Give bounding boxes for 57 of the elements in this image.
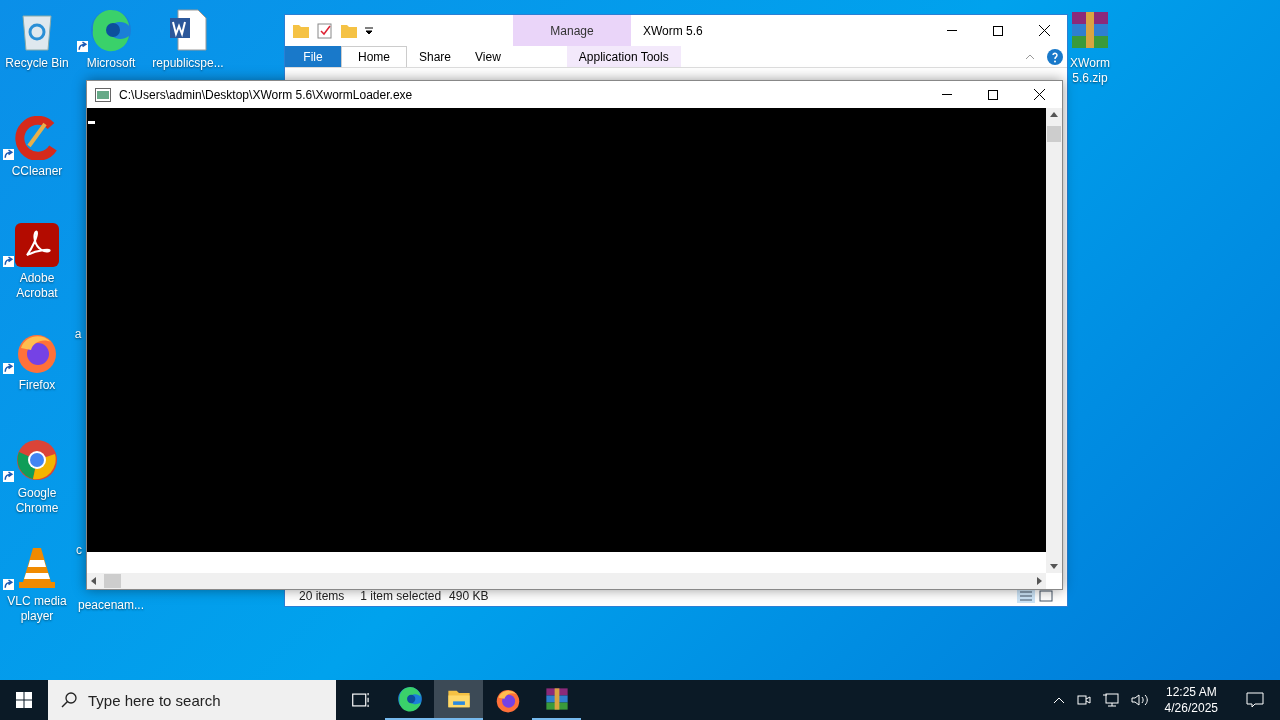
pdf-icon [15,223,59,267]
minimize-icon [947,30,957,31]
notifications-icon[interactable] [1246,692,1264,708]
selection-info: 1 item selected [360,588,442,605]
desktop-icon-label[interactable]: republicspe... [152,56,224,71]
folder-icon [293,23,309,38]
desktop-icon-label[interactable]: Google Chrome [0,486,74,516]
large-icons-view-icon[interactable] [1039,590,1053,602]
maximize-icon [988,89,998,100]
desktop-icon-label[interactable]: Microsoft [86,56,136,71]
network-icon[interactable] [1102,693,1119,707]
chrome-icon [15,438,59,482]
console-icon [95,87,111,102]
ribbon-tab[interactable]: File [285,46,341,67]
window-title: XWorm 5.6 [643,22,704,40]
chevron-up-icon[interactable] [1052,696,1065,704]
volume-icon[interactable] [1130,693,1149,707]
horizontal-scrollbar[interactable] [87,573,1046,589]
ribbon-tab[interactable]: Application Tools [566,46,681,67]
desktop-icon-label[interactable]: Firefox [18,378,56,393]
desktop-icon-label[interactable]: XWorm 5.6.zip [1068,56,1112,86]
close-icon [1038,25,1050,36]
desktop-icon-label[interactable]: peacenam... [77,598,144,613]
camera-icon[interactable] [1076,693,1091,707]
desktop-icon-label[interactable]: a [74,327,82,342]
desktop-icon-label[interactable]: c [76,543,82,558]
desktop-icon-label[interactable]: VLC media player [0,594,74,624]
search-icon [61,692,77,708]
windows-logo-icon [16,692,32,708]
desktop-icon-label[interactable]: CCleaner [11,164,63,179]
window-title: C:\Users\admin\Desktop\XWorm 5.6\XwormLoader.exe [119,86,414,104]
edge-icon [396,686,423,712]
taskbar-app-button[interactable] [434,680,483,720]
context-group-label: Manage [550,22,594,40]
clock-time[interactable]: 12:25 AM [1165,684,1217,700]
selection-size: 490 KB [449,588,489,605]
firefox-icon [494,687,521,713]
edge-icon [89,8,133,52]
minimize-icon [942,94,952,95]
collapse-ribbon-icon[interactable] [1025,53,1035,60]
desktop-icon-label[interactable]: Adobe Acrobat [0,271,74,301]
ribbon-tab[interactable]: View [463,46,513,67]
maximize-icon [993,25,1003,36]
close-icon [1033,89,1045,100]
dropdown-icon[interactable] [365,26,373,35]
help-icon[interactable] [1047,48,1063,65]
item-count: 20 items [299,588,345,605]
archive-icon [543,686,570,712]
desktop-icon-label[interactable]: Recycle Bin [5,56,69,71]
vertical-scrollbar[interactable] [1046,108,1062,573]
ribbon-tab[interactable]: Share [407,46,464,67]
clock-date[interactable]: 4/26/2025 [1164,700,1218,716]
new-folder-icon [341,23,357,38]
search-field[interactable]: Type here to search [48,680,336,720]
ribbon-tab[interactable]: Home [341,46,407,67]
properties-icon [317,22,333,39]
ccleaner-icon [15,116,59,160]
